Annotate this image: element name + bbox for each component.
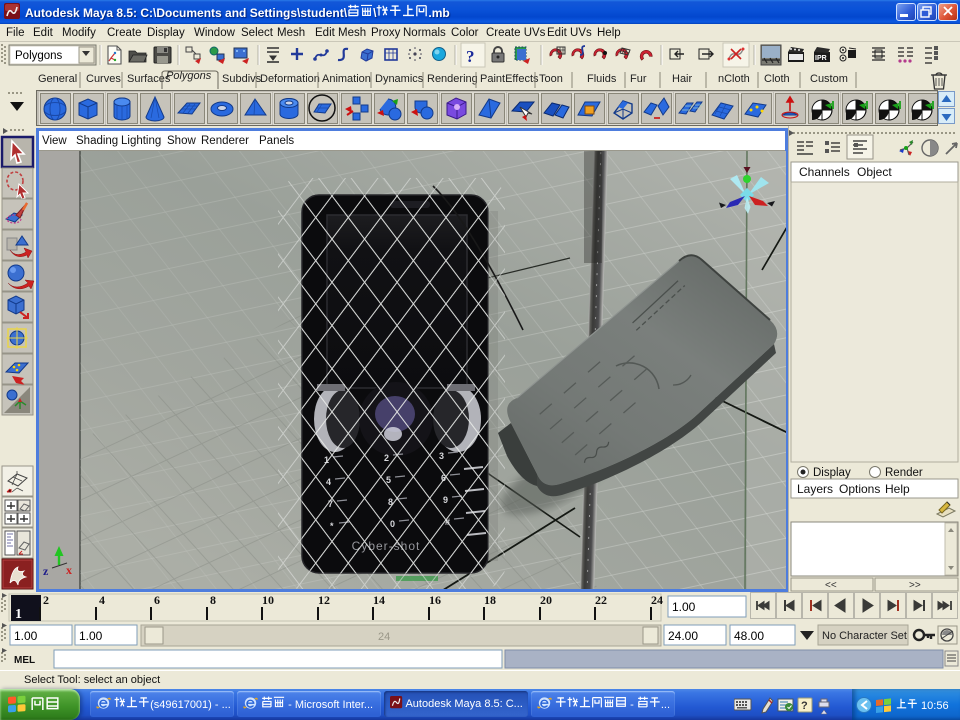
svg-text:1.00: 1.00	[79, 629, 103, 643]
svg-text:Layers: Layers	[797, 482, 833, 496]
svg-text:Help: Help	[885, 482, 910, 496]
svg-text:14: 14	[373, 593, 385, 607]
svg-text:x: x	[66, 563, 72, 577]
svg-text:10: 10	[262, 593, 274, 607]
svg-text:24.00: 24.00	[668, 629, 698, 643]
svg-text:?: ?	[801, 700, 808, 712]
svg-text:20: 20	[540, 593, 552, 607]
svg-text:Display: Display	[813, 467, 851, 479]
svg-text:24: 24	[651, 593, 663, 607]
svg-text:No Character Set: No Character Set	[822, 630, 907, 642]
svg-text:Object: Object	[857, 165, 892, 179]
svg-text:Render: Render	[885, 467, 923, 479]
svg-text:1.00: 1.00	[14, 629, 38, 643]
svg-text:1.00: 1.00	[672, 600, 696, 614]
svg-text:MEL: MEL	[14, 655, 35, 666]
svg-text:?: ?	[466, 47, 475, 66]
svg-text:2: 2	[43, 593, 49, 607]
svg-text:8: 8	[210, 593, 216, 607]
svg-text:>>: >>	[909, 580, 921, 591]
svg-text:IPR: IPR	[815, 55, 827, 62]
svg-text:18: 18	[484, 593, 496, 607]
svg-text:22: 22	[595, 593, 607, 607]
svg-text:Polygons: Polygons	[15, 50, 63, 62]
svg-text:16: 16	[429, 593, 441, 607]
svg-text:1: 1	[15, 607, 22, 622]
svg-text:Channels: Channels	[799, 165, 850, 179]
svg-text:z: z	[43, 564, 49, 578]
svg-text:6: 6	[154, 593, 160, 607]
svg-text:48.00: 48.00	[734, 629, 764, 643]
svg-text:4: 4	[99, 593, 105, 607]
svg-text:24: 24	[378, 631, 390, 643]
svg-text:Options: Options	[839, 482, 880, 496]
svg-text:<<: <<	[825, 580, 837, 591]
svg-text:12: 12	[318, 593, 330, 607]
